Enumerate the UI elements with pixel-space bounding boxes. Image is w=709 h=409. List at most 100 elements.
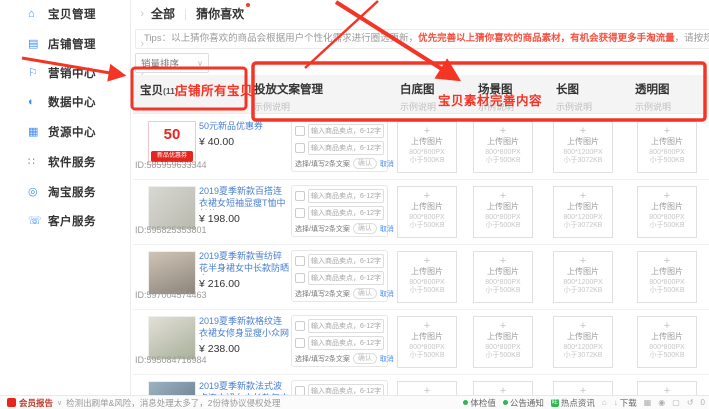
product-price: ¥ 40.00: [199, 136, 291, 148]
upload-long-image[interactable]: + 上传图片 800*1200PX小于3072KB: [553, 316, 613, 368]
checkbox[interactable]: [295, 143, 305, 153]
confirm-button[interactable]: 确认: [353, 288, 377, 299]
bell-icon[interactable]: ⌂: [602, 398, 607, 407]
product-title-link[interactable]: 2019夏季新款雪纺碎花半身裙女中长款防晒白: [199, 251, 291, 275]
product-id: ID:585959633344: [135, 160, 207, 170]
col-header-long: 长图 示例说明: [556, 81, 592, 113]
upload-long-image[interactable]: + 上传图片 800*1200PX小于3072KB: [553, 121, 613, 173]
tips-banner: Tips：以上猜你喜欢的商品会根据用户个性化需求进行圈选更新，优先完善以上猜你喜…: [135, 29, 709, 49]
announcement-item[interactable]: 公告通知: [503, 397, 544, 409]
chevron-down-icon[interactable]: ∨: [57, 399, 62, 407]
upload-white-bg-image[interactable]: + 上传图片 800*800PX小于500KB: [397, 251, 457, 303]
upload-long-image[interactable]: + 上传图片 800*1200PX小于3072KB: [553, 251, 613, 303]
col-example-link[interactable]: 示例说明: [478, 100, 514, 113]
image-tool-icon[interactable]: ▦: [644, 398, 652, 407]
sidebar-item-item-manage[interactable]: ⌂ 宝贝管理 ›: [28, 4, 128, 24]
selling-point-input[interactable]: [308, 206, 384, 220]
col-example-link[interactable]: 示例说明: [400, 100, 436, 113]
upload-long-image[interactable]: + 上传图片 800*1200PX小于3072KB: [553, 186, 613, 238]
sidebar-item-data-center[interactable]: ◐ 数据中心 ›: [28, 92, 128, 112]
selling-point-input[interactable]: [308, 254, 384, 268]
coupon-image[interactable]: 50 新品优惠券: [148, 121, 196, 165]
checkbox[interactable]: [295, 273, 305, 283]
upload-white-bg-image[interactable]: + 上传图片 800*800PX小于500KB: [397, 316, 457, 368]
health-check-item[interactable]: 体检值: [463, 397, 496, 409]
upload-white-bg-image[interactable]: + 上传图片 800*800PX小于500KB: [397, 121, 457, 173]
checkbox[interactable]: [295, 256, 305, 266]
upload-spec: 800*800PX小于500KB: [638, 344, 696, 360]
qianniu-taskbar: 会员报告 ∨ 检测出刷单&风险，消息处理太多了，2份待协议侵权处理 体检值 公告…: [0, 395, 709, 409]
upload-spec: 800*800PX小于500KB: [398, 344, 456, 360]
product-title-link[interactable]: 2019夏季新款百搭连衣裙女短袖显瘦T恤中长款: [199, 186, 291, 210]
upload-spec: 800*800PX小于500KB: [398, 149, 456, 165]
upload-transparent-image[interactable]: + 上传图片 800*800PX小于500KB: [637, 316, 697, 368]
plus-icon: +: [554, 190, 612, 202]
window-icon[interactable]: ▢: [672, 398, 680, 407]
taskbar-notification-text[interactable]: 检测出刷单&风险，消息处理太多了，2份待协议侵权处理: [66, 397, 280, 409]
upload-label: 上传图片: [554, 137, 612, 146]
upload-scene-image[interactable]: + 上传图片 800*800PX小于500KB: [473, 251, 533, 303]
col-example-link[interactable]: 示例说明: [635, 100, 671, 113]
selling-point-input[interactable]: [308, 141, 384, 155]
upload-transparent-image[interactable]: + 上传图片 800*800PX小于500KB: [637, 121, 697, 173]
checkbox[interactable]: [295, 338, 305, 348]
checkbox[interactable]: [295, 191, 305, 201]
sidebar-item-label: 货源中心: [48, 124, 96, 140]
cancel-button[interactable]: 取消: [380, 224, 394, 234]
selling-point-input[interactable]: [308, 124, 384, 138]
selling-point-input[interactable]: [308, 336, 384, 350]
col-header-scene: 场景图 示例说明: [478, 81, 514, 113]
sidebar-item-label: 店铺管理: [48, 36, 96, 52]
sort-dropdown[interactable]: 销量排序 ∨: [135, 53, 209, 73]
checkbox[interactable]: [295, 126, 305, 136]
cancel-button[interactable]: 取消: [380, 159, 394, 169]
upload-scene-image[interactable]: + 上传图片 800*800PX小于500KB: [473, 186, 533, 238]
upload-white-bg-image[interactable]: + 上传图片 800*800PX小于500KB: [397, 186, 457, 238]
member-report-label[interactable]: 会员报告: [19, 397, 53, 409]
product-image[interactable]: [148, 316, 196, 360]
col-example-link[interactable]: 示例说明: [556, 100, 592, 113]
sidebar-item-marketing-center[interactable]: ⚐ 营销中心 ›: [28, 63, 128, 83]
sidebar-item-label: 淘宝服务: [48, 184, 96, 200]
product-title-link[interactable]: 50元新品优惠券: [199, 121, 291, 133]
sidebar-item-customer-service[interactable]: ☏ 客户服务 ›: [28, 211, 128, 231]
sidebar-item-supply-center[interactable]: ▦ 货源中心 ›: [28, 122, 128, 142]
upload-label: 上传图片: [398, 332, 456, 341]
sort-label: 销量排序: [141, 56, 179, 70]
product-title-link[interactable]: 2019夏季新款格纹连衣裙女修身显瘦小众网红: [199, 316, 291, 340]
upload-transparent-image[interactable]: + 上传图片 800*800PX小于500KB: [637, 186, 697, 238]
sync-icon[interactable]: ↺: [687, 398, 694, 407]
sidebar-item-shop-manage[interactable]: ▤ 店铺管理 ›: [28, 34, 128, 54]
tab-all[interactable]: 全部: [151, 5, 175, 22]
tab-divider: |: [184, 7, 187, 21]
plus-icon: +: [398, 125, 456, 137]
product-image[interactable]: [148, 186, 196, 230]
sidebar-item-taobao-service[interactable]: ◎ 淘宝服务 ›: [28, 182, 128, 202]
cancel-button[interactable]: 取消: [380, 289, 394, 299]
record-icon[interactable]: ◉: [658, 398, 665, 407]
plus-icon: +: [638, 125, 696, 137]
supply-icon: ▦: [28, 127, 42, 138]
cancel-button[interactable]: 取消: [380, 354, 394, 364]
confirm-button[interactable]: 确认: [353, 353, 377, 364]
shop-icon: ▤: [28, 39, 42, 50]
confirm-button[interactable]: 确认: [353, 158, 377, 169]
checkbox[interactable]: [295, 321, 305, 331]
checkbox[interactable]: [295, 208, 305, 218]
upload-transparent-image[interactable]: + 上传图片 800*800PX小于500KB: [637, 251, 697, 303]
col-example-link[interactable]: 示例说明: [254, 100, 323, 113]
confirm-button[interactable]: 确认: [353, 223, 377, 234]
upload-scene-image[interactable]: + 上传图片 800*800PX小于500KB: [473, 121, 533, 173]
tab-guess-you-like[interactable]: 猜你喜欢: [196, 5, 244, 22]
download-item[interactable]: ↓下载: [614, 397, 637, 409]
selling-point-input[interactable]: [308, 189, 384, 203]
upload-label: 上传图片: [554, 332, 612, 341]
selling-point-input[interactable]: [308, 271, 384, 285]
selling-point-input[interactable]: [308, 319, 384, 333]
coupon-value: 50: [149, 122, 195, 148]
hot-news-item[interactable]: 旺热点资讯: [551, 397, 595, 409]
sidebar-item-software-service[interactable]: ∷ 软件服务 ›: [28, 152, 128, 172]
chart-icon: ◐: [28, 97, 42, 108]
upload-scene-image[interactable]: + 上传图片 800*800PX小于500KB: [473, 316, 533, 368]
product-image[interactable]: [148, 251, 196, 295]
